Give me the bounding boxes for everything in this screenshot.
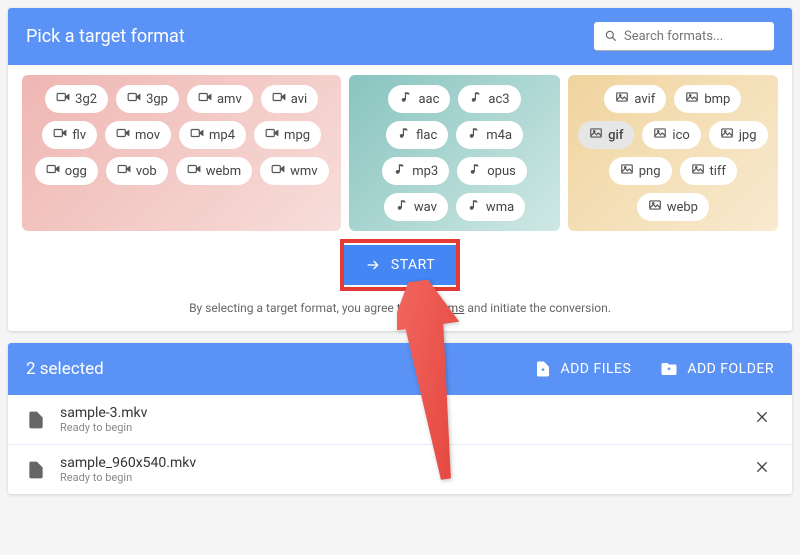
format-chip-ac3[interactable]: ac3 (458, 85, 520, 113)
start-button-wrap: START (22, 245, 778, 285)
file-icon (26, 460, 46, 480)
header-title: Pick a target format (26, 26, 185, 47)
image-icon (589, 126, 603, 144)
add-files-button[interactable]: ADD FILES (534, 360, 631, 378)
format-chip-flac[interactable]: flac (386, 121, 448, 149)
file-row: sample-3.mkvReady to begin (8, 395, 792, 445)
video-icon (198, 90, 212, 108)
audio-icon (397, 126, 411, 144)
video-icon (117, 162, 131, 180)
video-icon (187, 162, 201, 180)
format-chip-png[interactable]: png (609, 157, 672, 185)
terms-link[interactable]: Terms (431, 301, 465, 315)
start-button-label: START (391, 257, 435, 273)
remove-file-button[interactable] (750, 405, 774, 434)
format-chip-mp3[interactable]: mp3 (382, 157, 449, 185)
file-name: sample_960x540.mkv (60, 455, 750, 471)
audio-icon (468, 162, 482, 180)
terms-text: By selecting a target format, you agree … (22, 301, 778, 315)
video-icon (190, 126, 204, 144)
format-chip-gif[interactable]: gif (578, 121, 634, 149)
arrow-right-icon (365, 257, 381, 273)
image-icon (615, 90, 629, 108)
format-chip-opus[interactable]: opus (457, 157, 527, 185)
format-chip-wma[interactable]: wma (456, 193, 525, 221)
video-icon (272, 90, 286, 108)
search-icon (604, 28, 618, 44)
add-folder-icon (659, 360, 679, 378)
file-status: Ready to begin (60, 471, 750, 484)
format-chip-wmv[interactable]: wmv (260, 157, 328, 185)
search-formats-input[interactable] (624, 29, 764, 44)
format-chip-mpg[interactable]: mpg (254, 121, 321, 149)
image-icon (720, 126, 734, 144)
format-categories: 3g2 3gp amvavi flvmov mp4 mpg oggvobwebmwmv aa… (22, 75, 778, 231)
audio-icon (393, 162, 407, 180)
file-icon (26, 410, 46, 430)
search-formats-input-wrap[interactable] (594, 22, 774, 51)
image-icon (691, 162, 705, 180)
audio-icon (395, 198, 409, 216)
file-list-header: 2 selected ADD FILES ADD FOLDER (8, 343, 792, 395)
video-icon (271, 162, 285, 180)
file-status: Ready to begin (60, 421, 750, 434)
audio-icon (467, 198, 481, 216)
image-icon (648, 198, 662, 216)
video-icon (265, 126, 279, 144)
file-list: sample-3.mkvReady to beginsample_960x540… (8, 395, 792, 494)
format-chip-amv[interactable]: amv (187, 85, 253, 113)
add-file-icon (534, 360, 552, 378)
format-chip-bmp[interactable]: bmp (674, 85, 741, 113)
format-chip-tiff[interactable]: tiff (680, 157, 737, 185)
video-icon (127, 90, 141, 108)
format-chip-m4a[interactable]: m4a (456, 121, 523, 149)
add-folder-button[interactable]: ADD FOLDER (659, 360, 774, 378)
format-chip-mp4[interactable]: mp4 (179, 121, 246, 149)
format-chip-webm[interactable]: webm (176, 157, 252, 185)
format-picker-card: Pick a target format 3g23gpamvaviflvmovm… (8, 8, 792, 331)
image-icon (685, 90, 699, 108)
video-icon (53, 126, 67, 144)
file-name: sample-3.mkv (60, 405, 750, 421)
video-icon (116, 126, 130, 144)
format-chip-ogg[interactable]: ogg (35, 157, 98, 185)
audio-icon (399, 90, 413, 108)
video-icon (46, 162, 60, 180)
video-icon (56, 90, 70, 108)
image-icon (620, 162, 634, 180)
format-chip-3g2[interactable]: 3g2 (45, 85, 108, 113)
format-chip-mov[interactable]: mov (105, 121, 171, 149)
start-button[interactable]: START (341, 245, 459, 285)
close-icon (754, 409, 770, 425)
video-formats-group: 3g2 3gp amvavi flvmov mp4 mpg oggvobwebmwmv (22, 75, 341, 231)
format-chip-avi[interactable]: avi (261, 85, 318, 113)
audio-icon (467, 126, 481, 144)
format-chip-aac[interactable]: aac (388, 85, 450, 113)
format-picker-body: 3g2 3gp amvavi flvmov mp4 mpg oggvobwebmwmv aa… (8, 65, 792, 331)
format-chip-webp[interactable]: webp (637, 193, 709, 221)
format-chip-wav[interactable]: wav (384, 193, 448, 221)
format-chip-flv[interactable]: flv (42, 121, 97, 149)
selected-count: 2 selected (26, 359, 506, 379)
format-chip-vob[interactable]: vob (106, 157, 168, 185)
file-row: sample_960x540.mkvReady to begin (8, 445, 792, 494)
format-chip-ico[interactable]: ico (642, 121, 700, 149)
audio-icon (469, 90, 483, 108)
image-formats-group: avifbmp gificojpg pngtiff webp (568, 75, 778, 231)
format-chip-avif[interactable]: avif (604, 85, 666, 113)
format-picker-header: Pick a target format (8, 8, 792, 65)
remove-file-button[interactable] (750, 455, 774, 484)
format-chip-3gp[interactable]: 3gp (116, 85, 179, 113)
close-icon (754, 459, 770, 475)
audio-formats-group: aac ac3 flac m4amp3 opuswavwma (349, 75, 559, 231)
image-icon (653, 126, 667, 144)
file-list-card: 2 selected ADD FILES ADD FOLDER sample-3… (8, 343, 792, 494)
format-chip-jpg[interactable]: jpg (709, 121, 768, 149)
